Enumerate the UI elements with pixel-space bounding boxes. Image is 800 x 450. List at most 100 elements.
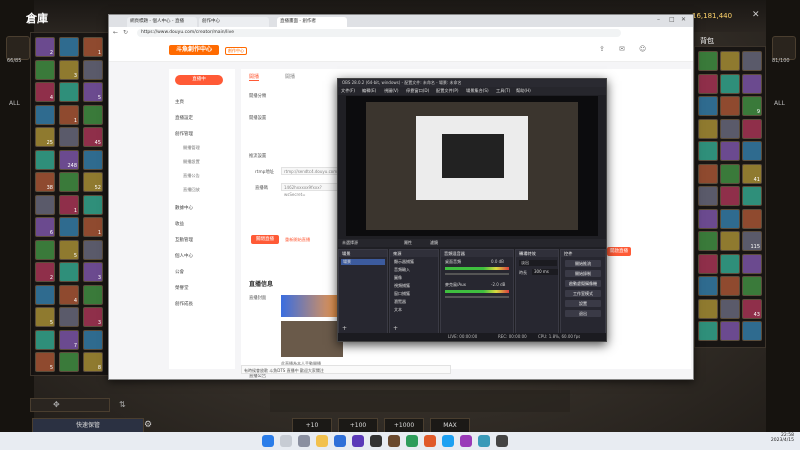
storage-slot[interactable]	[83, 59, 103, 80]
bag-slot[interactable]	[698, 96, 718, 116]
app-icon-6[interactable]	[478, 435, 490, 447]
rtmp-input[interactable]: rtmp://sendtc4.douyu.com/live	[281, 167, 346, 175]
search-icon[interactable]	[280, 435, 292, 447]
storage-slot[interactable]: 4	[59, 284, 79, 305]
settings-gear-icon[interactable]: ⚙	[144, 420, 152, 430]
sort-icon[interactable]: ⇅	[119, 400, 126, 409]
bag-slot[interactable]	[720, 276, 740, 296]
bag-slot[interactable]	[742, 321, 762, 341]
obs-taskbar-icon[interactable]	[370, 435, 382, 447]
back-icon[interactable]: ←	[113, 29, 118, 36]
notice-input[interactable]: 有時候會放歌 斗魚DTS 直播中 歡迎大家關注	[241, 365, 451, 374]
bag-slot[interactable]	[720, 253, 740, 274]
storage-slot[interactable]	[59, 307, 79, 327]
start-streaming-button[interactable]: 開始推流	[565, 260, 601, 267]
storage-slot[interactable]: 7	[59, 329, 79, 350]
menu-docks[interactable]: 停靠窗口(D)	[406, 87, 429, 95]
menu-view[interactable]: 視圖(V)	[384, 87, 399, 95]
storage-slot[interactable]: 5	[35, 307, 55, 327]
bag-slot[interactable]	[698, 208, 718, 229]
storage-slot[interactable]	[83, 329, 103, 350]
bag-slot[interactable]	[698, 141, 718, 161]
nav-honor[interactable]: 榮譽堂	[175, 285, 189, 291]
mic-volume-slider[interactable]	[445, 296, 509, 298]
storage-slot[interactable]	[59, 352, 79, 372]
duration-input[interactable]: 300 ms	[532, 269, 558, 275]
bag-slot[interactable]	[742, 73, 762, 94]
browser-tab-1[interactable]: 網頁標題 - 個人中心 - 直播	[127, 17, 197, 27]
storage-slot[interactable]: 5	[83, 82, 103, 102]
bag-slot[interactable]	[698, 298, 718, 319]
bag-slot[interactable]	[720, 73, 740, 94]
close-icon[interactable]: ✕	[752, 10, 760, 20]
virtual-camera-button[interactable]: 啟動虛擬攝像機	[565, 280, 601, 287]
cover-banner[interactable]	[281, 295, 343, 317]
cover-thumbnail[interactable]	[281, 321, 343, 357]
nav-sub-4[interactable]: 直播回放	[183, 187, 200, 193]
storage-slot[interactable]: 248	[59, 149, 79, 170]
storage-slot[interactable]: 1	[59, 104, 79, 125]
storage-slot[interactable]	[35, 194, 55, 215]
bag-slot[interactable]	[742, 118, 762, 139]
storage-slot[interactable]	[59, 172, 79, 192]
storage-slot[interactable]	[83, 284, 103, 305]
bag-slot[interactable]	[698, 186, 718, 206]
storage-slot[interactable]: 25	[35, 127, 55, 147]
settings-button[interactable]: 設置	[565, 300, 601, 307]
storage-slot[interactable]: 3	[83, 307, 103, 327]
bag-slot[interactable]	[720, 141, 740, 161]
storage-slot[interactable]: 5	[35, 352, 55, 372]
storage-slot[interactable]: 3	[83, 262, 103, 282]
storage-slot[interactable]	[35, 239, 55, 260]
storage-slot[interactable]	[35, 149, 55, 170]
storage-slot[interactable]: 52	[83, 172, 103, 192]
menu-profile[interactable]: 配置文件(P)	[436, 87, 459, 95]
bag-slot[interactable]	[742, 141, 762, 161]
properties-button[interactable]: 屬性	[404, 240, 412, 246]
storage-slot[interactable]: 2	[35, 37, 55, 57]
storage-slot[interactable]	[59, 262, 79, 282]
bag-slot[interactable]: 43	[742, 298, 762, 319]
storage-slot[interactable]	[83, 104, 103, 125]
nav-sub-2[interactable]: 開播設置	[183, 159, 200, 165]
bag-slot[interactable]: 41	[742, 163, 762, 184]
browser-tab-2[interactable]: 創作中心	[199, 17, 269, 27]
bag-slot[interactable]	[720, 96, 740, 116]
bag-slot[interactable]	[720, 231, 740, 251]
app-icon-5[interactable]	[460, 435, 472, 447]
bag-slot[interactable]	[720, 163, 740, 184]
bag-slot[interactable]	[698, 276, 718, 296]
all-filter-right[interactable]: ALL	[774, 100, 785, 107]
bag-slot[interactable]: 9	[742, 96, 762, 116]
nav-data[interactable]: 數據中心	[175, 205, 193, 211]
obs-preview[interactable]	[346, 96, 598, 236]
filters-button[interactable]: 濾鏡	[430, 240, 438, 246]
tab-live-2[interactable]: 開播	[285, 73, 295, 80]
studio-mode-button[interactable]: 工作室模式	[565, 290, 601, 297]
menu-edit[interactable]: 編輯(E)	[362, 87, 376, 95]
site-logo[interactable]: 斗魚創作中心	[169, 45, 219, 55]
restart-live-link[interactable]: 重新開始直播	[285, 237, 310, 243]
app-icon-7[interactable]	[496, 435, 508, 447]
message-icon[interactable]: ✉	[619, 45, 625, 53]
scene-item[interactable]: 場景	[341, 259, 385, 265]
storage-slot[interactable]	[59, 37, 79, 57]
nav-home[interactable]: 主頁	[175, 99, 184, 105]
url-input[interactable]: https://www.douyu.com/creator/main/live	[137, 29, 621, 37]
bag-slot[interactable]	[742, 51, 762, 71]
bag-slot[interactable]	[698, 231, 718, 251]
nav-income[interactable]: 收益	[175, 221, 184, 227]
live-status-button[interactable]: 直播中	[175, 75, 223, 85]
storage-slot[interactable]	[35, 284, 55, 305]
browser-tab-3[interactable]: 直播畫面 - 創作者	[277, 17, 347, 27]
start-recording-button[interactable]: 開始錄制	[565, 270, 601, 277]
bag-slot[interactable]	[698, 51, 718, 71]
storage-slot[interactable]	[59, 127, 79, 147]
storage-slot[interactable]	[83, 149, 103, 170]
window-close-icon[interactable]: ✕	[681, 16, 686, 23]
storage-slot[interactable]: 1	[83, 37, 103, 57]
nav-content[interactable]: 創作管理	[175, 131, 193, 137]
nav-profile[interactable]: 個人中心	[175, 253, 193, 259]
storage-slot[interactable]: 2	[35, 262, 55, 282]
storage-slot[interactable]	[83, 194, 103, 215]
